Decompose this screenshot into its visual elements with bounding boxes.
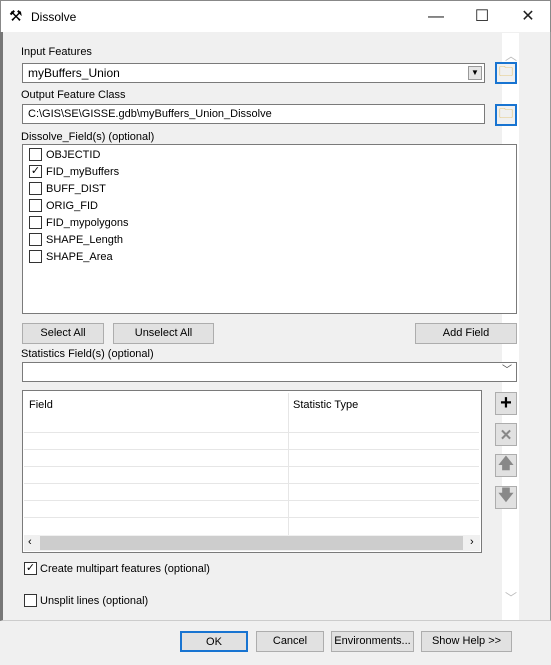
x-icon: ✕: [499, 426, 513, 444]
minimize-button[interactable]: —: [413, 1, 459, 33]
column-header-statistic-type[interactable]: Statistic Type: [293, 399, 358, 411]
cancel-button[interactable]: Cancel: [256, 631, 324, 652]
scroll-down-icon[interactable]: ﹀: [505, 589, 517, 606]
field-label: SHAPE_Area: [46, 250, 113, 263]
input-features-value: myBuffers_Union: [28, 66, 120, 80]
add-field-button[interactable]: Add Field: [415, 323, 517, 344]
browse-input-button[interactable]: 🗀: [495, 62, 517, 84]
dissolve-field-item[interactable]: ✓ FID_myBuffers: [29, 163, 119, 180]
dissolve-field-item[interactable]: BUFF_DIST: [29, 180, 106, 197]
folder-icon: 🗀: [499, 63, 513, 79]
field-label: OBJECTID: [46, 148, 101, 161]
remove-row-button[interactable]: ✕: [495, 423, 517, 446]
folder-icon: 🗀: [499, 105, 513, 121]
horizontal-scrollbar[interactable]: ‹ ›: [24, 535, 480, 551]
unselect-all-button[interactable]: Unselect All: [113, 323, 214, 344]
add-row-button[interactable]: +: [495, 392, 517, 415]
output-feature-class-input[interactable]: C:\GIS\SE\GISSE.gdb\myBuffers_Union_Diss…: [22, 104, 485, 124]
unsplit-lines-label: Unsplit lines (optional): [40, 595, 149, 607]
input-features-combo[interactable]: myBuffers_Union ▼: [22, 63, 485, 83]
dissolve-field-item[interactable]: OBJECTID: [29, 146, 100, 163]
field-checkbox[interactable]: [29, 250, 42, 263]
browse-output-button[interactable]: 🗀: [495, 104, 517, 126]
field-label: SHAPE_Length: [46, 233, 124, 246]
field-label: FID_myBuffers: [46, 165, 120, 178]
dissolve-field-item[interactable]: ORIG_FID: [29, 197, 98, 214]
ok-button[interactable]: OK: [180, 631, 248, 652]
dissolve-field-item[interactable]: SHAPE_Length: [29, 231, 123, 248]
scroll-left-icon[interactable]: ‹: [28, 536, 32, 548]
field-checkbox[interactable]: ✓: [29, 165, 42, 178]
column-header-field[interactable]: Field: [29, 399, 53, 411]
field-label: ORIG_FID: [46, 199, 98, 212]
chevron-down-icon[interactable]: ﹀: [502, 364, 512, 378]
arrow-up-icon: 🡅: [498, 455, 514, 472]
field-checkbox[interactable]: [29, 199, 42, 212]
statistics-table: Field Statistic Type ‹ ›: [22, 390, 482, 553]
field-checkbox[interactable]: [29, 182, 42, 195]
unsplit-lines-checkbox[interactable]: [24, 594, 37, 607]
title-bar: ⚒ Dissolve — ☐ ✕: [0, 0, 551, 32]
plus-icon: +: [500, 392, 512, 414]
field-checkbox[interactable]: [29, 148, 42, 161]
multipart-label: Create multipart features (optional): [40, 563, 210, 575]
close-button[interactable]: ✕: [505, 1, 551, 33]
scroll-right-icon[interactable]: ›: [470, 536, 474, 548]
move-down-button[interactable]: 🡇: [495, 486, 517, 509]
input-features-label: Input Features: [21, 46, 92, 58]
column-divider: [288, 393, 289, 543]
dissolve-field-item[interactable]: SHAPE_Area: [29, 248, 113, 265]
hammer-icon: ⚒: [9, 8, 23, 25]
select-all-button[interactable]: Select All: [22, 323, 104, 344]
arrow-down-icon: 🡇: [498, 487, 514, 504]
field-checkbox[interactable]: [29, 233, 42, 246]
dissolve-field-item[interactable]: FID_mypolygons: [29, 214, 129, 231]
show-help-button[interactable]: Show Help >>: [421, 631, 512, 652]
dissolve-fields-label: Dissolve_Field(s) (optional): [21, 131, 155, 143]
chevron-down-icon[interactable]: ▼: [468, 66, 482, 80]
move-up-button[interactable]: 🡅: [495, 454, 517, 477]
field-label: FID_mypolygons: [46, 216, 129, 229]
window-title: Dissolve: [31, 10, 77, 24]
field-checkbox[interactable]: [29, 216, 42, 229]
multipart-checkbox[interactable]: ✓: [24, 562, 37, 575]
environments-button[interactable]: Environments...: [331, 631, 414, 652]
statistics-field-combo[interactable]: ﹀: [22, 362, 517, 382]
statistics-fields-label: Statistics Field(s) (optional): [21, 348, 154, 360]
scroll-thumb[interactable]: [40, 536, 463, 550]
field-label: BUFF_DIST: [46, 182, 106, 195]
maximize-button[interactable]: ☐: [459, 1, 505, 33]
output-feature-class-label: Output Feature Class: [21, 89, 126, 101]
